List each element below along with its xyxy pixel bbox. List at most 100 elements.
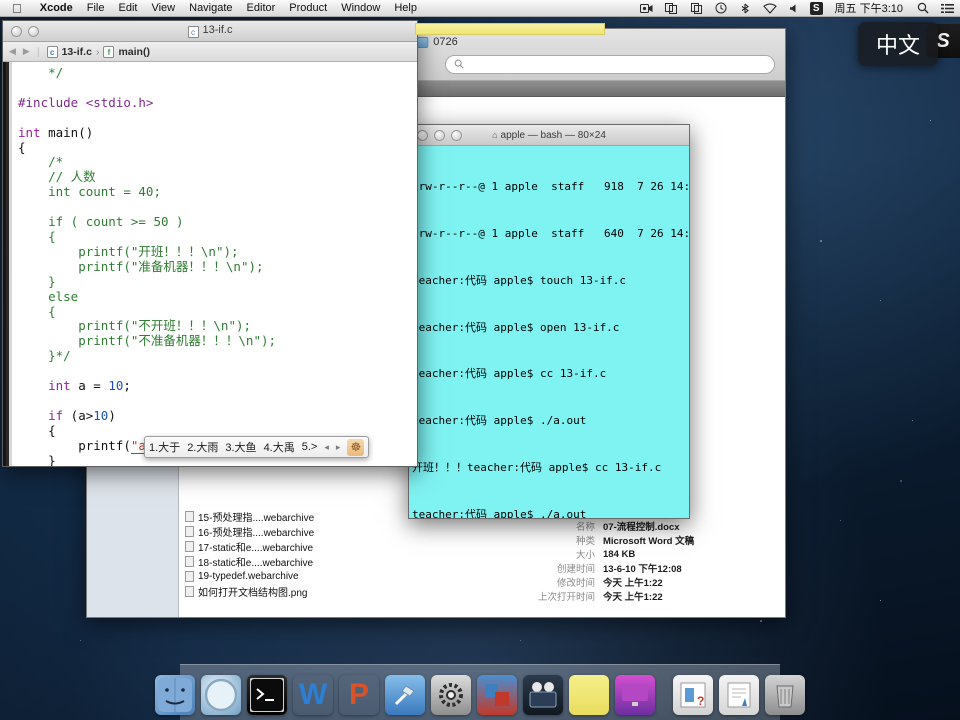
info-row: 修改时间 今天 上午1:22 <box>519 575 779 589</box>
ime-language-indicator: 中文 <box>857 22 938 66</box>
code-token: printf("不开班！！！\n"); <box>18 318 252 334</box>
code-token: { <box>18 422 56 438</box>
dock-item-screenflow[interactable] <box>523 675 563 715</box>
close-button[interactable] <box>11 25 22 37</box>
window-controls[interactable] <box>3 25 39 37</box>
breadcrumb-file[interactable]: 13-if.c <box>62 46 92 58</box>
dock-item-xcode[interactable] <box>385 675 425 715</box>
menu-item-file[interactable]: File <box>80 2 112 14</box>
terminal-output[interactable]: -rw-r--r--@ 1 apple staff 918 7 26 14:35… <box>409 146 689 518</box>
dock-item-finder[interactable] <box>155 675 195 715</box>
menu-item-xcode[interactable]: Xcode <box>33 2 80 14</box>
code-line: }*/ <box>18 348 417 364</box>
list-item[interactable]: 18-static和e....webarchive <box>179 554 314 569</box>
code-token: int <box>18 378 71 394</box>
close-button[interactable] <box>417 129 428 141</box>
code-token: printf("开班！！！\n"); <box>18 243 239 259</box>
file-name: 16-预处理指....webarchive <box>198 528 315 539</box>
minimize-button[interactable] <box>434 129 445 141</box>
ime-candidate[interactable]: 1.大于 <box>149 439 180 455</box>
code-line: printf("不开班！！！\n"); <box>18 318 417 334</box>
dock-item-safari[interactable] <box>201 675 241 715</box>
breadcrumb[interactable]: c 13-if.c › f main() <box>46 45 150 58</box>
breadcrumb-function[interactable]: main() <box>118 46 150 58</box>
duplicate-icon[interactable] <box>684 2 709 14</box>
list-item[interactable]: 15-预处理指....webarchive <box>179 509 314 524</box>
ime-next-page-icon[interactable]: ▸ <box>336 442 341 453</box>
menu-item-view[interactable]: View <box>144 2 182 14</box>
dock-item-system-preferences[interactable] <box>431 675 471 715</box>
code-token: (a> <box>63 407 94 423</box>
dock-item-trash[interactable] <box>765 675 805 715</box>
back-arrow-icon[interactable]: ◀ <box>9 46 16 57</box>
ime-candidate[interactable]: 2.大雨 <box>187 439 218 455</box>
code-text[interactable]: */ #include <stdio.h> int main(){ /* // … <box>12 62 417 466</box>
xcode-breadcrumb-bar[interactable]: ◀ ▶ | c 13-if.c › f main() <box>3 42 417 62</box>
minimize-button[interactable] <box>28 25 39 37</box>
ime-prev-page-icon[interactable]: ◂ <box>324 442 329 453</box>
list-item[interactable]: 17-static和e....webarchive <box>179 539 314 554</box>
list-item[interactable]: 19-typedef.webarchive <box>179 569 314 584</box>
finder-folder-title: 0726 <box>414 36 458 48</box>
code-token: 10 <box>93 407 109 423</box>
code-line: */ <box>18 65 417 81</box>
forward-arrow-icon[interactable]: ▶ <box>23 46 30 57</box>
ime-candidate[interactable]: 4.大禹 <box>264 439 295 455</box>
menubar-clock[interactable]: 周五 下午3:10 <box>827 0 911 16</box>
xcode-window[interactable]: c 13-if.c ◀ ▶ | c 13-if.c › f main() */ #… <box>2 20 418 467</box>
notification-center-icon[interactable] <box>935 3 960 14</box>
dock-item-stickies[interactable] <box>569 675 609 715</box>
menu-item-help[interactable]: Help <box>387 2 424 14</box>
terminal-titlebar[interactable]: ⌂ apple — bash — 80×24 <box>409 125 689 146</box>
menu-item-navigate[interactable]: Navigate <box>182 2 239 14</box>
finder-file-column[interactable]: 15-预处理指....webarchive 16-预处理指....webarch… <box>179 509 314 599</box>
dock-item-virtualbox[interactable] <box>477 675 517 715</box>
ime-candidate[interactable]: 5.> <box>302 441 318 453</box>
list-item[interactable]: 16-预处理指....webarchive <box>179 524 314 539</box>
dock-item-terminal[interactable] <box>247 675 287 715</box>
code-line: if (a>10) <box>18 407 417 424</box>
menu-item-window[interactable]: Window <box>334 2 387 14</box>
xcode-title: c 13-if.c <box>3 24 417 38</box>
info-value: 13-6-10 下午12:08 <box>603 564 682 575</box>
wifi-icon[interactable] <box>757 3 783 14</box>
code-token: printf("不准备机器！！！\n"); <box>18 333 277 349</box>
terminal-window[interactable]: ⌂ apple — bash — 80×24 -rw-r--r--@ 1 appl… <box>408 124 690 519</box>
code-editor[interactable]: */ #include <stdio.h> int main(){ /* // … <box>3 62 417 466</box>
dock-item-microsoft-word[interactable]: W <box>293 675 333 715</box>
code-line: printf("开班！！！\n"); <box>18 243 417 260</box>
search-icon[interactable] <box>911 2 935 14</box>
ime-candidate[interactable]: 3.大鱼 <box>225 439 256 455</box>
menu-item-edit[interactable]: Edit <box>112 2 145 14</box>
menu-bar[interactable]:  Xcode File Edit View Navigate Editor P… <box>0 0 960 17</box>
search-input[interactable] <box>445 54 775 74</box>
file-name: 如何打开文档结构图.png <box>198 588 308 599</box>
code-token: else <box>18 288 79 304</box>
bluetooth-icon[interactable] <box>733 3 757 14</box>
volume-icon[interactable] <box>783 3 806 14</box>
dock[interactable]: W P ? <box>155 664 805 720</box>
list-item[interactable]: 如何打开文档结构图.png <box>179 584 314 599</box>
screen-record-icon[interactable] <box>634 3 659 14</box>
code-line: { <box>18 304 417 320</box>
input-method-badge[interactable]: S <box>809 1 823 15</box>
dock-item-documents-stack[interactable] <box>719 675 759 715</box>
menu-item-product[interactable]: Product <box>282 2 334 14</box>
zoom-button[interactable] <box>451 129 462 141</box>
copy-icon[interactable] <box>659 2 684 14</box>
sogou-logo-icon[interactable]: ☸ <box>347 438 365 456</box>
ime-candidate-popup[interactable]: 1.大于 2.大雨 3.大鱼 4.大禹 5.> ◂ ▸ ☸ <box>144 436 370 458</box>
time-machine-icon[interactable] <box>709 2 733 14</box>
dock-item-microsoft-powerpoint[interactable]: P <box>339 675 379 715</box>
terminal-line: -rw-r--r--@ 1 apple staff 918 7 26 14:35… <box>412 180 689 194</box>
apple-menu-icon[interactable]:  <box>0 2 33 15</box>
xcode-titlebar[interactable]: c 13-if.c <box>3 21 417 42</box>
menu-item-editor[interactable]: Editor <box>240 2 283 14</box>
code-line: printf("准备机器！！！\n"); <box>18 259 417 275</box>
finder-info-panel: 名称 07-流程控制.docx 种类 Microsoft Word 文稿 大小 184… <box>519 519 779 603</box>
dock-item-preview[interactable]: ? <box>673 675 713 715</box>
code-token: // 人数 <box>18 169 96 185</box>
dock-item-displays[interactable] <box>615 675 655 715</box>
